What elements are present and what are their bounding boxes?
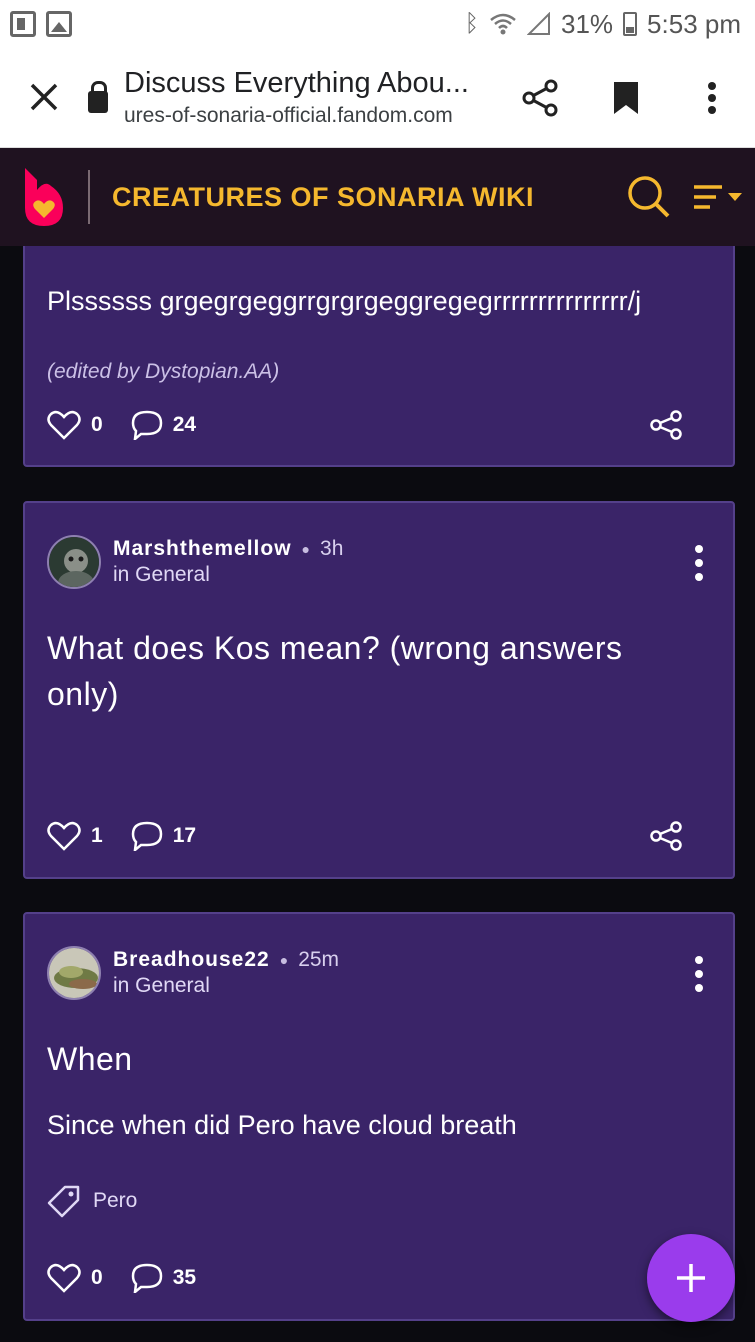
browser-toolbar: Discuss Everything Abou... ures-of-sonar…: [0, 48, 755, 148]
like-count: 0: [91, 1266, 103, 1289]
like-button[interactable]: 0: [47, 1263, 103, 1293]
post-category[interactable]: in General: [113, 563, 343, 587]
comment-count: 35: [172, 1266, 197, 1289]
post-author[interactable]: Breadhouse22: [113, 948, 270, 972]
wiki-header: CREATURES OF SONARIA WIKI: [0, 148, 755, 246]
battery-percent: 31%: [561, 8, 614, 39]
comment-button[interactable]: 24: [131, 410, 196, 440]
post-more-button[interactable]: [695, 545, 703, 581]
wiki-title[interactable]: CREATURES OF SONARIA WIKI: [112, 182, 619, 213]
avatar[interactable]: [47, 535, 101, 589]
close-tab-button[interactable]: [0, 76, 88, 120]
like-count: 0: [91, 413, 103, 436]
post-title[interactable]: What does Kos mean? (wrong answers only): [47, 625, 693, 717]
chevron-down-icon: [728, 193, 742, 201]
clock: 5:53 pm: [647, 8, 741, 39]
post-share-button[interactable]: [649, 410, 683, 440]
comment-icon: [131, 821, 162, 851]
flipboard-icon: [10, 11, 36, 37]
wiki-search-button[interactable]: [619, 175, 679, 219]
share-icon: [522, 79, 558, 116]
more-options-button[interactable]: [669, 68, 755, 128]
signal-icon: [527, 12, 550, 35]
post-tag[interactable]: Pero: [47, 1184, 137, 1218]
post-share-button[interactable]: [649, 821, 683, 851]
post-more-button[interactable]: [695, 956, 703, 992]
fandom-flame-icon: [25, 168, 63, 226]
page-title: Discuss Everything Abou...: [124, 67, 469, 99]
avatar[interactable]: [47, 946, 101, 1000]
page-url: ures-of-sonaria-official.fandom.com: [124, 104, 453, 127]
post-title[interactable]: When: [47, 1036, 693, 1082]
separator-dot: ●: [301, 541, 311, 557]
new-post-button[interactable]: [647, 1234, 735, 1322]
post-card[interactable]: Plssssss grgegrgeggrrgrgrgeggregegrrrrrr…: [23, 246, 735, 467]
comment-icon: [131, 410, 162, 440]
battery-icon: [623, 12, 638, 36]
wifi-icon: [490, 13, 516, 35]
fandom-logo[interactable]: [0, 148, 88, 246]
menu-icon: [694, 185, 722, 209]
comment-button[interactable]: 35: [131, 1263, 196, 1293]
post-author[interactable]: Marshthemellow: [113, 537, 292, 561]
plus-icon: [677, 1264, 705, 1292]
post-body: Plssssss grgegrgeggrrgrgrgeggregegrrrrrr…: [47, 286, 642, 316]
discussion-feed[interactable]: Plssssss grgegrgeggrrgrgrgeggregegrrrrrr…: [0, 246, 755, 1342]
post-age: 25m: [298, 948, 340, 971]
comment-count: 17: [172, 824, 197, 847]
edited-note: (edited by Dystopian.AA): [47, 360, 280, 383]
close-icon: [30, 83, 58, 110]
post-category[interactable]: in General: [113, 974, 339, 998]
more-icon: [708, 81, 716, 114]
address-area[interactable]: Discuss Everything Abou... ures-of-sonar…: [124, 67, 497, 128]
separator-dot: ●: [279, 952, 289, 968]
like-count: 1: [91, 824, 103, 847]
share-icon: [650, 410, 682, 440]
post-age: 3h: [320, 537, 344, 560]
tag-icon: [47, 1185, 80, 1218]
share-icon: [650, 821, 682, 851]
bookmark-icon: [614, 81, 638, 114]
heart-icon: [47, 1263, 81, 1293]
bookmark-button[interactable]: [583, 68, 669, 128]
header-divider: [88, 170, 90, 224]
comment-icon: [131, 1263, 162, 1293]
gallery-icon: [46, 11, 72, 37]
status-bar: ᛒ 31% 5:53 pm: [0, 0, 755, 48]
like-button[interactable]: 1: [47, 821, 103, 851]
tag-label: Pero: [93, 1189, 138, 1212]
like-button[interactable]: 0: [47, 410, 103, 440]
post-body: Since when did Pero have cloud breath: [47, 1110, 517, 1140]
wiki-menu-button[interactable]: [679, 183, 755, 211]
comment-count: 24: [172, 413, 197, 436]
heart-icon: [47, 410, 81, 440]
heart-icon: [47, 821, 81, 851]
lock-icon: [88, 80, 108, 113]
comment-button[interactable]: 17: [131, 821, 196, 851]
bluetooth-icon: ᛒ: [464, 10, 479, 37]
post-card[interactable]: Breadhouse22 ● 25m in General When Since…: [23, 912, 735, 1321]
search-icon: [628, 176, 670, 218]
share-button[interactable]: [497, 68, 583, 128]
post-card[interactable]: Marshthemellow ● 3h in General What does…: [23, 501, 735, 879]
